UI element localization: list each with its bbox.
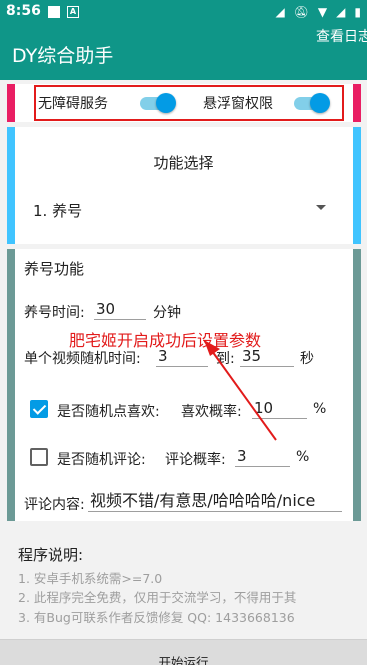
description-line: 1. 安卓手机系统需>=7.0 [18, 571, 163, 586]
description-title: 程序说明: [18, 546, 84, 564]
annotation-arrow-icon [204, 340, 277, 441]
start-button-label: 开始运行 [158, 655, 209, 665]
description-line: 3. 有Bug可联系作者反馈修复 QQ: 1433668136 [18, 610, 295, 625]
description-line: 2. 此程序完全免费，仅用于交流学习，不得用于其 [18, 590, 297, 605]
start-button[interactable]: 开始运行 [0, 639, 367, 665]
